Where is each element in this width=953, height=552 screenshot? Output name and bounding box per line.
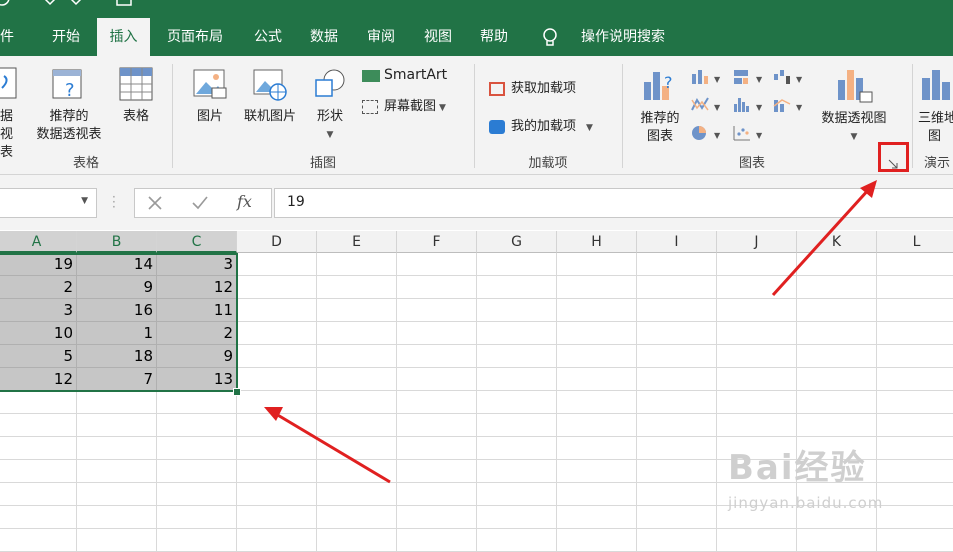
watermark-logo-text: Bai经验 bbox=[728, 448, 867, 488]
annotation-arrow-data bbox=[275, 412, 391, 484]
annotation-arrowhead-data bbox=[264, 407, 283, 421]
watermark: Bai经验 jingyan.baidu.com bbox=[728, 448, 883, 512]
watermark-url: jingyan.baidu.com bbox=[728, 494, 884, 512]
annotation-arrow-ribbon bbox=[771, 186, 872, 297]
